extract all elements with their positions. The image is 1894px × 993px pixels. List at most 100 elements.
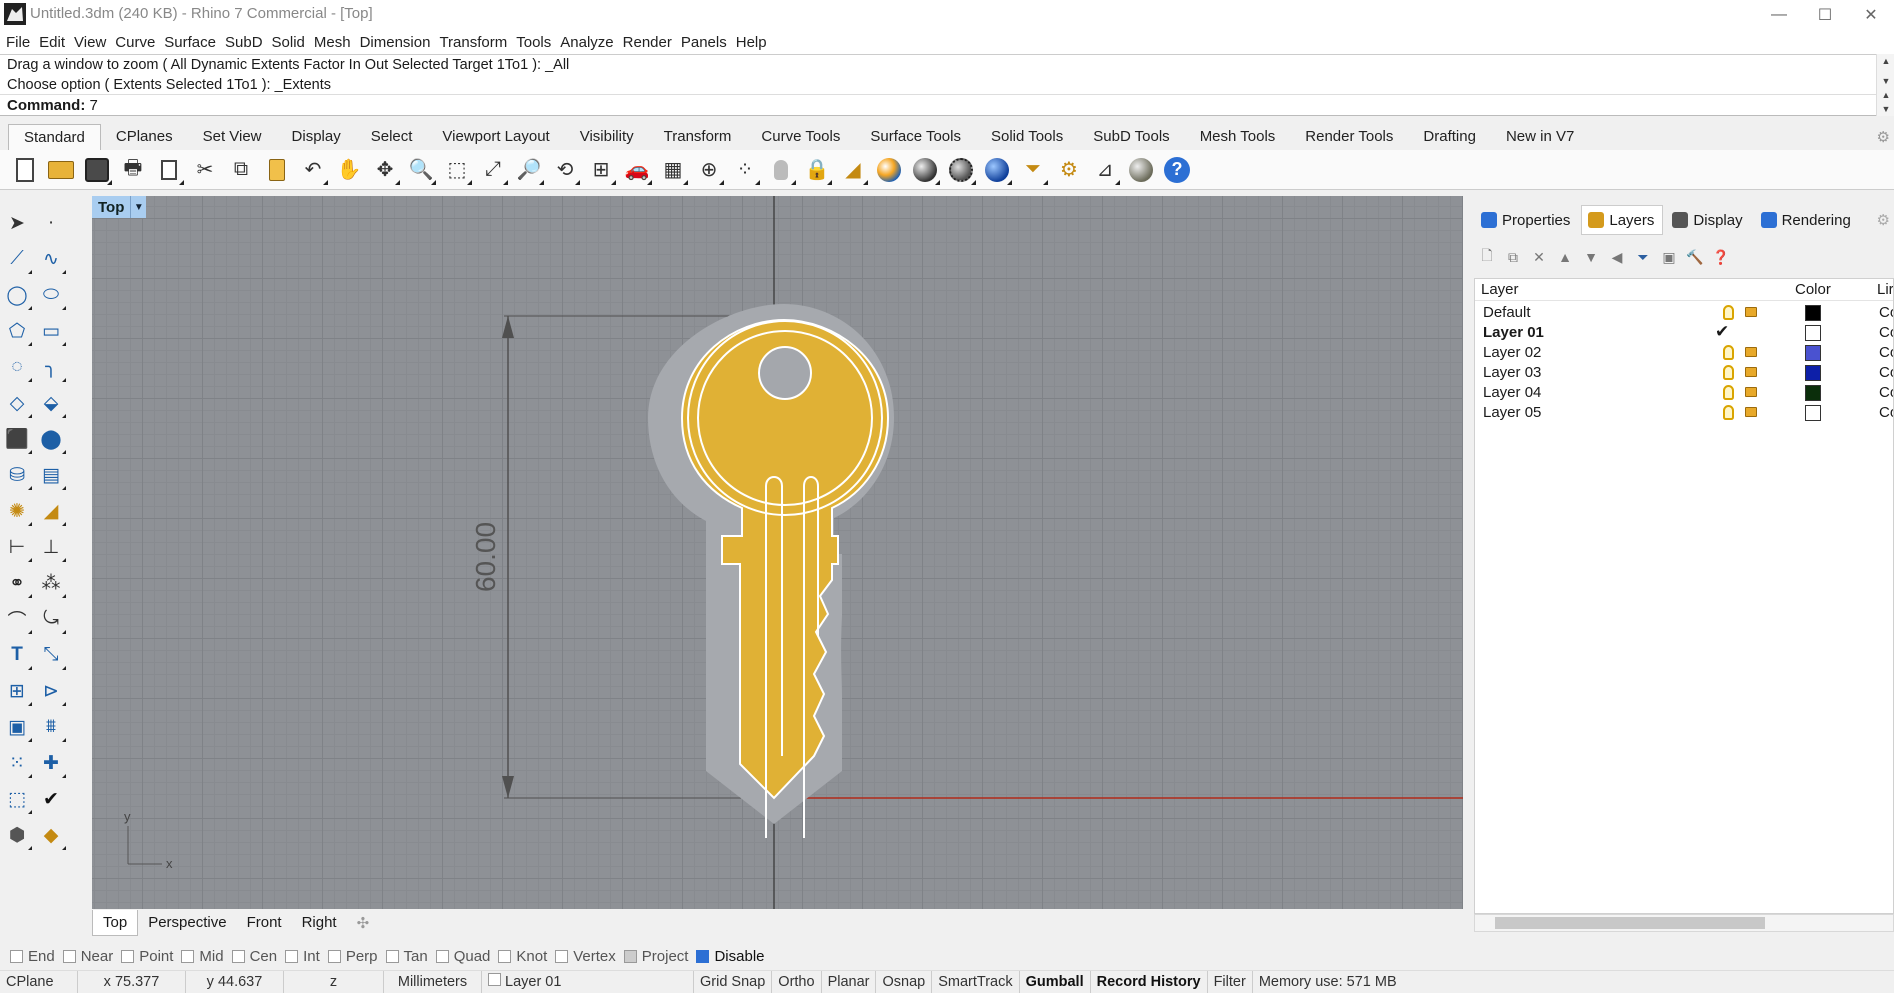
layer-unlock-icon[interactable] xyxy=(1745,387,1757,397)
menu-mesh[interactable]: Mesh xyxy=(312,34,358,51)
arc-icon[interactable]: ◌ xyxy=(2,352,32,382)
pan-icon[interactable]: ✋ xyxy=(333,154,365,186)
scroll-up-icon[interactable]: ▲ xyxy=(1877,54,1894,68)
current-layer-check-icon[interactable]: ✔ xyxy=(1715,322,1729,342)
osnap-mid[interactable]: Mid xyxy=(181,948,224,965)
layer-name[interactable]: Layer 03 xyxy=(1483,364,1541,381)
minimize-button[interactable]: — xyxy=(1756,0,1802,30)
close-button[interactable]: ✕ xyxy=(1848,0,1894,30)
open-file-icon[interactable] xyxy=(45,154,77,186)
layer-color-swatch[interactable] xyxy=(1805,325,1821,341)
rendered-sphere-icon[interactable] xyxy=(981,154,1013,186)
array-icon[interactable]: ⊞ xyxy=(2,676,32,706)
delete-layer-icon[interactable]: ✕ xyxy=(1526,245,1552,269)
surface-icon[interactable]: ◇ xyxy=(2,388,32,418)
layer-states-icon[interactable]: ▣ xyxy=(1656,245,1682,269)
osnap-quad[interactable]: Quad xyxy=(435,948,490,965)
tab-select[interactable]: Select xyxy=(356,124,428,150)
osnap-checkbox[interactable] xyxy=(385,949,399,963)
toolbar-settings-gear-icon[interactable]: ⚙ xyxy=(1877,128,1890,146)
undo-icon[interactable]: ↶ xyxy=(297,154,329,186)
wireframe-sphere-icon[interactable] xyxy=(945,154,977,186)
deform-icon[interactable]: ⬚ xyxy=(2,784,32,814)
osnap-int[interactable]: Int xyxy=(285,948,320,965)
column-layer[interactable]: Layer xyxy=(1481,281,1519,298)
status-units[interactable]: Millimeters xyxy=(384,970,482,993)
menu-help[interactable]: Help xyxy=(734,34,774,51)
material-icon[interactable]: ◆ xyxy=(36,820,66,850)
render-preview-icon[interactable] xyxy=(873,154,905,186)
spotlight-icon[interactable]: ◢ xyxy=(36,496,66,526)
move-up-icon[interactable]: ▲ xyxy=(1552,245,1578,269)
mesh-icon[interactable]: ▤ xyxy=(36,460,66,490)
command-prompt[interactable]: Command: 7 xyxy=(0,94,1894,116)
tab-standard[interactable]: Standard xyxy=(8,124,101,150)
panel-settings-gear-icon[interactable]: ⚙ xyxy=(1877,211,1890,229)
layer-linetype[interactable]: Co xyxy=(1879,384,1893,401)
command-input[interactable]: 7 xyxy=(90,97,98,114)
four-viewports-icon[interactable]: ⊞ xyxy=(585,154,617,186)
analyze-icon[interactable]: ⊳ xyxy=(36,676,66,706)
grid-snap-toggle[interactable]: Grid Snap xyxy=(694,970,773,993)
box-icon[interactable]: ⬛ xyxy=(2,424,32,454)
osnap-checkbox[interactable] xyxy=(62,949,76,963)
dimension-icon[interactable]: ⊢ xyxy=(2,532,32,562)
menu-solid[interactable]: Solid xyxy=(270,34,312,51)
osnap-checkbox[interactable] xyxy=(435,949,449,963)
dimension-tools-icon[interactable]: ⊿ xyxy=(1089,154,1121,186)
tab-new-in-v7[interactable]: New in V7 xyxy=(1491,124,1589,150)
viewport-canvas[interactable]: 60.00 y x xyxy=(92,196,1463,909)
osnap-end[interactable]: End xyxy=(10,948,55,965)
scrollbar-thumb[interactable] xyxy=(1495,917,1765,929)
block-icon[interactable]: ⁂ xyxy=(36,568,66,598)
osnap-checkbox[interactable] xyxy=(696,949,710,963)
tab-viewport-layout[interactable]: Viewport Layout xyxy=(427,124,564,150)
layer-list-scrollbar[interactable] xyxy=(1474,914,1894,932)
osnap-toggle[interactable]: Osnap xyxy=(876,970,933,993)
paste-icon[interactable] xyxy=(261,154,293,186)
layer-name[interactable]: Layer 02 xyxy=(1483,344,1541,361)
smarttrack-toggle[interactable]: SmartTrack xyxy=(932,970,1020,993)
layer-linetype[interactable]: Co xyxy=(1879,344,1893,361)
tab-display[interactable]: Display xyxy=(277,124,356,150)
help-icon[interactable]: ? xyxy=(1161,154,1193,186)
add-viewport-tab-icon[interactable]: ✣ xyxy=(347,914,380,932)
menu-transform[interactable]: Transform xyxy=(437,34,514,51)
layer-visible-bulb-icon[interactable] xyxy=(1723,305,1734,320)
move-icon[interactable]: ⤡ xyxy=(36,640,66,670)
properties-icon[interactable]: ◢ xyxy=(837,154,869,186)
layer-unlock-icon[interactable] xyxy=(1745,407,1757,417)
globe-icon[interactable] xyxy=(1125,154,1157,186)
rotate-view-icon[interactable]: ✥ xyxy=(369,154,401,186)
save-file-icon[interactable] xyxy=(81,154,113,186)
top-viewport[interactable]: 60.00 y x Top ▼ xyxy=(92,196,1463,909)
viewport-name[interactable]: Top xyxy=(92,199,130,216)
panel-tab-rendering[interactable]: Rendering xyxy=(1754,205,1860,235)
filter-icon[interactable]: ⏷ xyxy=(1630,245,1656,269)
cylinder-icon[interactable]: ⛁ xyxy=(2,460,32,490)
point-icon[interactable]: · xyxy=(36,208,66,238)
layer-color-swatch[interactable] xyxy=(1805,345,1821,361)
osnap-cen[interactable]: Cen xyxy=(231,948,277,965)
options-gear-icon[interactable]: ⚙ xyxy=(1053,154,1085,186)
zoom-window-icon[interactable]: ⬚ xyxy=(441,154,473,186)
boolean-union-icon[interactable]: ⬤ xyxy=(36,424,66,454)
filter-toggle[interactable]: Filter xyxy=(1208,970,1253,993)
tab-drafting[interactable]: Drafting xyxy=(1408,124,1491,150)
osnap-checkbox[interactable] xyxy=(555,949,569,963)
new-layer-icon[interactable]: 🗋 xyxy=(1474,245,1500,269)
solid-tools-icon[interactable]: ⬢ xyxy=(2,820,32,850)
construction-plane-icon[interactable]: ▦ xyxy=(657,154,689,186)
layer-unlock-icon[interactable] xyxy=(1745,347,1757,357)
menu-file[interactable]: File xyxy=(4,34,37,51)
osnap-disable[interactable]: Disable xyxy=(696,948,765,965)
maximize-button[interactable]: ☐ xyxy=(1802,0,1848,30)
layer-color-swatch[interactable] xyxy=(1805,365,1821,381)
object-snap-icon[interactable]: ⊕ xyxy=(693,154,725,186)
layer-unlock-icon[interactable] xyxy=(1745,367,1757,377)
scroll-down-icon[interactable]: ▼ xyxy=(1877,102,1894,116)
polyline-icon[interactable]: ⟋ xyxy=(2,244,32,274)
render-tools-icon[interactable]: ✺ xyxy=(2,496,32,526)
export-icon[interactable] xyxy=(153,154,185,186)
print-icon[interactable]: 🖶 xyxy=(117,154,149,186)
